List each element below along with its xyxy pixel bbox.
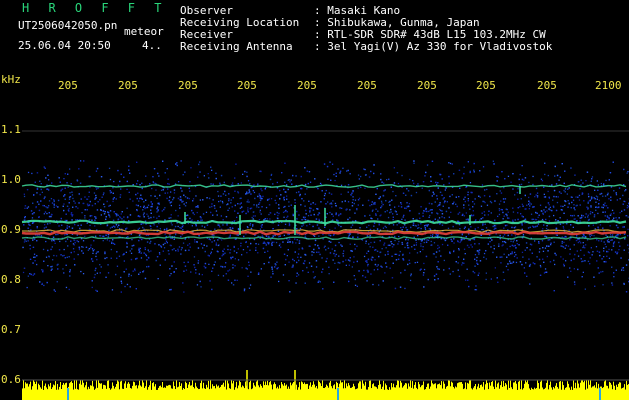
detection-bar-graph <box>22 380 629 400</box>
signal-trace-carrier <box>21 230 627 236</box>
noise-band <box>22 160 629 293</box>
signal-trace-mid <box>21 219 627 225</box>
spectrogram <box>21 130 629 400</box>
signal-trace-lower <box>21 236 627 240</box>
signal-trace-upper <box>21 184 627 188</box>
